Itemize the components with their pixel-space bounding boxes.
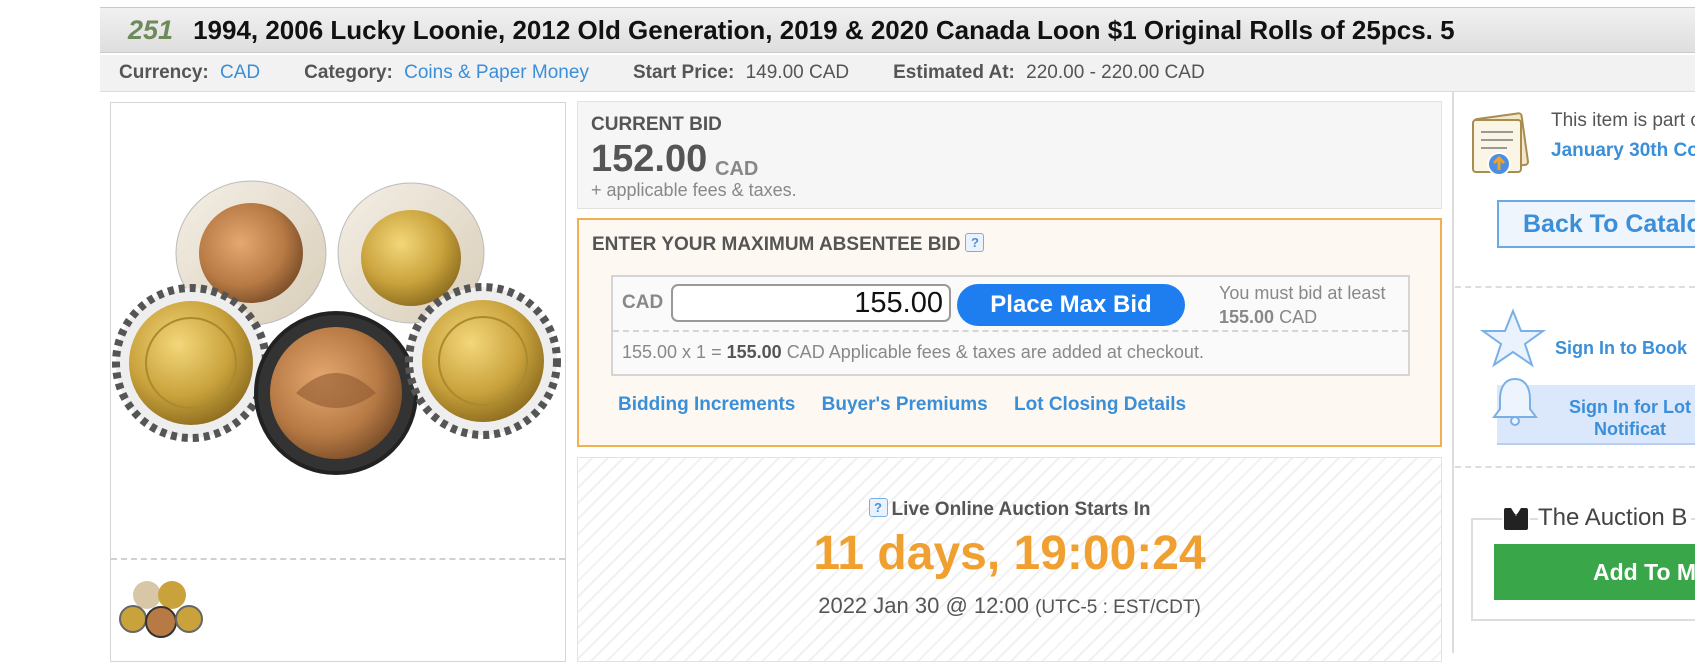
bid-currency-label: CAD <box>622 292 664 313</box>
back-to-catalog-button[interactable]: Back To Catalog <box>1497 200 1695 248</box>
countdown-help-icon[interactable]: ? <box>868 498 888 517</box>
sidebar-divider <box>1452 92 1454 653</box>
lot-main-image[interactable] <box>111 103 565 558</box>
currency-meta: Currency: CAD <box>119 62 260 84</box>
sign-in-to-bookmark-link[interactable]: Sign In to Book <box>1555 338 1687 359</box>
lot-image-panel <box>110 102 566 662</box>
current-bid-currency: CAD <box>715 158 759 180</box>
sign-in-lot-line2: Notificat <box>1593 419 1666 439</box>
bell-icon <box>1492 377 1538 426</box>
estimate-label: Estimated At: <box>893 62 1015 83</box>
start-price-label: Start Price: <box>632 62 735 83</box>
current-bid-label: CURRENT BID <box>591 114 722 135</box>
minimum-bid-note: You must bid at least 155.00 CAD <box>1219 281 1385 329</box>
auction-timezone: (UTC-5 : EST/CDT) <box>1035 597 1201 618</box>
start-price-meta: Start Price: 149.00 CAD <box>633 62 849 84</box>
sign-in-for-lot-notifications-link[interactable]: Sign In for Lot Notificat <box>1569 396 1691 440</box>
catalog-link[interactable]: January 30th Co <box>1551 140 1695 162</box>
start-price-value: 149.00 CAD <box>745 62 850 83</box>
auction-box-title: The Auction B <box>1538 504 1692 532</box>
current-bid-panel: CURRENT BID 152.00 CAD + applicable fees… <box>577 101 1442 209</box>
tuxedo-icon <box>1502 506 1530 532</box>
sidebar-separator-2 <box>1455 466 1695 468</box>
sign-in-lot-line1: Sign In for Lot <box>1569 397 1691 417</box>
bid-entry-box: CAD Place Max Bid You must bid at least … <box>611 275 1410 376</box>
bidding-increments-link[interactable]: Bidding Increments <box>618 394 795 415</box>
minimum-bid-text: You must bid at least <box>1219 283 1386 303</box>
bid-summary-divider <box>613 330 1408 332</box>
auction-countdown-panel: ? Live Online Auction Starts In 11 days, … <box>577 457 1442 662</box>
estimate-value: 220.00 - 220.00 CAD <box>1026 62 1205 83</box>
estimate-meta: Estimated At: 220.00 - 220.00 CAD <box>893 62 1205 84</box>
catalog-icon <box>1472 112 1529 176</box>
category-label: Category: <box>304 62 393 83</box>
absentee-bid-panel: ENTER YOUR MAXIMUM ABSENTEE BID? CAD Pla… <box>577 218 1442 447</box>
buyers-premiums-link[interactable]: Buyer's Premiums <box>822 394 988 415</box>
add-to-button[interactable]: Add To M <box>1494 544 1695 600</box>
lot-number: 251 <box>128 14 174 45</box>
countdown-label-text: Live Online Auction Starts In <box>891 499 1151 520</box>
lot-title: 1994, 2006 Lucky Loonie, 2012 Old Genera… <box>193 14 1455 45</box>
sidebar-separator <box>1455 286 1695 288</box>
auction-start-datetime: 2022 Jan 30 @ 12:00 <box>818 593 1029 618</box>
thumbnail-divider <box>111 558 565 560</box>
currency-link[interactable]: CAD <box>220 62 260 83</box>
current-bid-fees: + applicable fees & taxes. <box>591 180 797 200</box>
current-bid-amount: 152.00 <box>591 138 708 180</box>
lot-title-bar: 251 1994, 2006 Lucky Loonie, 2012 Old Ge… <box>100 7 1695 53</box>
minimum-bid-currency: CAD <box>1279 307 1318 327</box>
bid-summary-amount: 155.00 <box>726 342 782 362</box>
currency-label: Currency: <box>119 62 209 83</box>
place-max-bid-button[interactable]: Place Max Bid <box>957 284 1185 326</box>
countdown-timer: 11 days, 19:00:24 <box>813 527 1206 580</box>
bid-summary-suffix: CAD Applicable fees & taxes are added at… <box>786 342 1204 362</box>
absentee-bid-title-text: ENTER YOUR MAXIMUM ABSENTEE BID <box>592 234 961 255</box>
bid-summary: 155.00 x 1 = 155.00 CAD Applicable fees … <box>622 342 1204 363</box>
category-link[interactable]: Coins & Paper Money <box>404 62 589 83</box>
lot-meta-bar: Currency: CAD Category: Coins & Paper Mo… <box>100 55 1695 92</box>
catalog-note: This item is part of <box>1551 110 1695 131</box>
countdown-label: ? Live Online Auction Starts In <box>578 498 1441 521</box>
minimum-bid-amount: 155.00 <box>1219 307 1275 327</box>
lot-thumbnail[interactable] <box>117 577 205 639</box>
absentee-bid-title: ENTER YOUR MAXIMUM ABSENTEE BID? <box>592 233 985 256</box>
max-bid-input[interactable] <box>671 284 951 322</box>
star-icon <box>1480 308 1546 368</box>
category-meta: Category: Coins & Paper Money <box>304 62 589 84</box>
auction-start-date: 2022 Jan 30 @ 12:00 (UTC-5 : EST/CDT) <box>578 593 1441 619</box>
lot-closing-details-link[interactable]: Lot Closing Details <box>1014 394 1186 415</box>
bid-info-links: Bidding Increments Buyer's Premiums Lot … <box>618 394 1207 416</box>
help-icon[interactable]: ? <box>965 233 985 252</box>
bid-summary-prefix: 155.00 x 1 = <box>622 342 722 362</box>
